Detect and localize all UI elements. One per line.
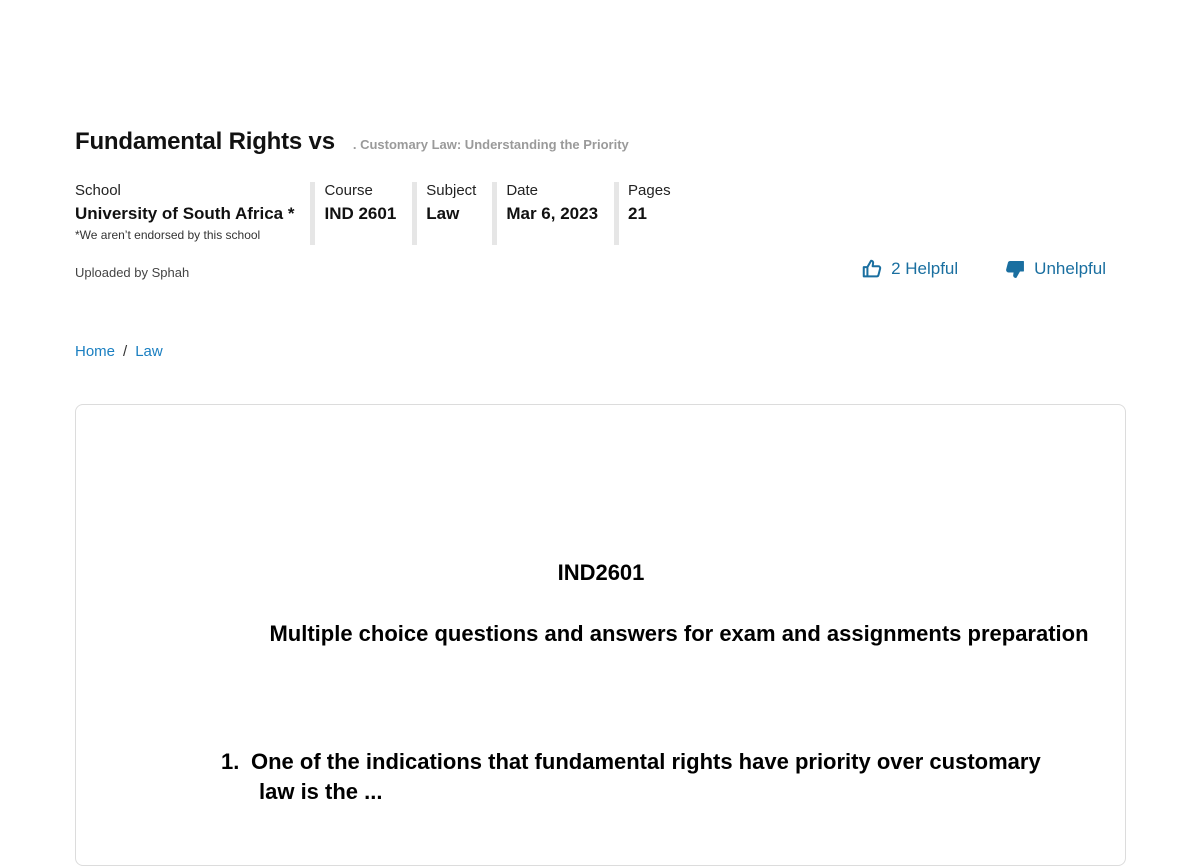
meta-subject-value[interactable]: Law (426, 200, 476, 228)
meta-date-value: Mar 6, 2023 (506, 204, 599, 223)
page-subtitle: . Customary Law: Understanding the Prior… (352, 137, 629, 152)
meta-school: School University of South Africa * *We … (75, 182, 310, 245)
breadcrumb-separator: / (123, 343, 128, 360)
meta-date-label: Date (506, 182, 539, 199)
meta-pages-label: Pages (628, 182, 671, 199)
unhelpful-label: Unhelpful (1034, 259, 1106, 278)
question-1-number: 1. (221, 749, 240, 774)
breadcrumb-home[interactable]: Home (75, 343, 115, 360)
thumbs-up-icon (862, 259, 882, 278)
uploaded-by: Uploaded by Sphah (75, 265, 190, 280)
document-metadata: School University of South Africa * *We … (75, 182, 687, 245)
question-1-line-2: law is the ... (259, 779, 383, 804)
meta-school-label: School (75, 182, 121, 199)
question-1-line-1: One of the indications that fundamental … (251, 749, 1041, 774)
document-course-code: IND2601 (557, 560, 645, 585)
document-preview[interactable]: IND2601 Multiple choice questions and an… (75, 404, 1126, 866)
meta-course-value[interactable]: IND 2601 (324, 200, 396, 228)
meta-course-label: Course (324, 182, 373, 199)
page-title-row: Fundamental Rights vs . Customary Law: U… (75, 128, 629, 156)
page-title: Fundamental Rights vs (75, 128, 335, 155)
meta-pages: Pages 21 (614, 182, 687, 245)
breadcrumb: Home / Law (75, 343, 163, 360)
meta-school-disclaimer: *We aren’t endorsed by this school (75, 228, 261, 242)
document-heading: Multiple choice questions and answers fo… (269, 621, 1089, 646)
meta-subject-label: Subject (426, 182, 477, 199)
thumbs-down-icon (1006, 260, 1025, 278)
meta-school-value[interactable]: University of South Africa * (75, 200, 294, 228)
helpful-label: 2 Helpful (891, 259, 959, 278)
question-1: 1. One of the indications that fundament… (221, 747, 1111, 807)
meta-subject: Subject Law (412, 182, 492, 245)
meta-course: Course IND 2601 (310, 182, 412, 245)
meta-pages-value: 21 (628, 204, 647, 223)
vote-bar: 2 Helpful Unhelpful (861, 258, 1106, 280)
breadcrumb-law[interactable]: Law (135, 343, 163, 360)
helpful-button[interactable]: 2 Helpful (861, 258, 958, 280)
meta-date: Date Mar 6, 2023 (492, 182, 614, 245)
unhelpful-button[interactable]: Unhelpful (1004, 258, 1106, 280)
